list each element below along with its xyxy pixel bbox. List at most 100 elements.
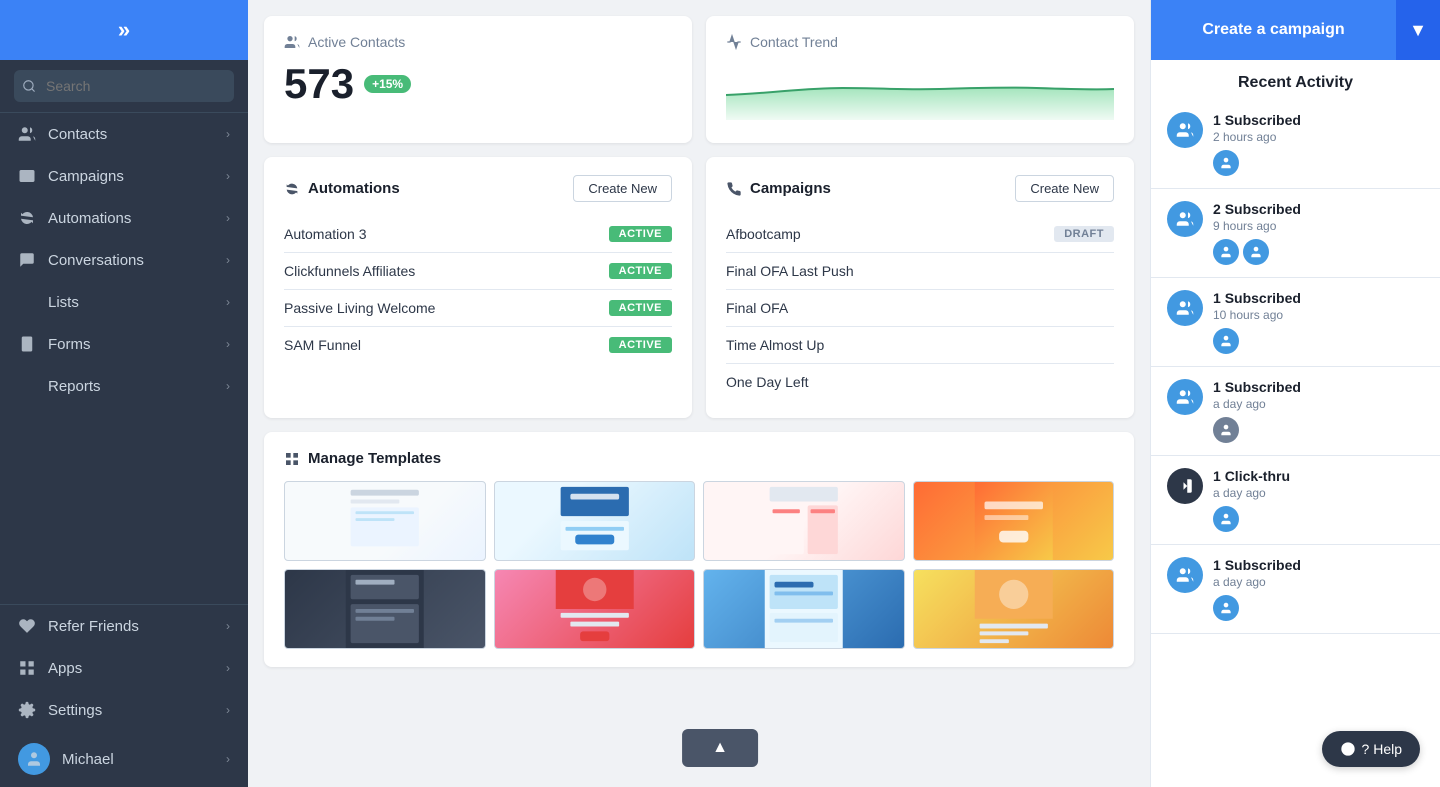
- help-label: ? Help: [1362, 741, 1402, 757]
- activity-icon-subscribed-6: [1167, 557, 1203, 593]
- nav-conversations-arrow: ›: [226, 253, 230, 267]
- automations-header: Automations Create New: [284, 175, 672, 202]
- template-thumb-8[interactable]: [913, 569, 1115, 649]
- create-campaign-bar: Create a campaign ▼: [1151, 0, 1440, 60]
- campaigns-card: Campaigns Create New Afbootcamp DRAFT Fi…: [706, 157, 1134, 418]
- automations-title-group: Automations: [284, 180, 400, 197]
- nav-apps-label: Apps: [48, 660, 82, 677]
- templates-card: Manage Templates: [264, 432, 1134, 667]
- active-contacts-count: 573: [284, 60, 354, 108]
- lists-icon: [18, 293, 36, 311]
- scroll-up-button[interactable]: ▲: [682, 729, 758, 767]
- nav-refer[interactable]: Refer Friends ›: [0, 605, 248, 647]
- user-icon-5-1: [1219, 512, 1233, 526]
- search-input[interactable]: [14, 70, 234, 102]
- user-icon-4-1: [1219, 423, 1233, 437]
- template-thumb-2[interactable]: [494, 481, 696, 561]
- nav-contacts[interactable]: Contacts ›: [0, 113, 248, 155]
- nav-contacts-arrow: ›: [226, 127, 230, 141]
- automation-name-1: Automation 3: [284, 226, 367, 242]
- create-campaign-button[interactable]: Create a campaign: [1151, 0, 1396, 60]
- main-content: Active Contacts 573 +15% Contact Trend: [248, 0, 1150, 787]
- nav-campaigns-label: Campaigns: [48, 168, 124, 185]
- nav-settings-arrow: ›: [226, 703, 230, 717]
- template-preview-1: [285, 482, 485, 560]
- template-thumb-7[interactable]: [703, 569, 905, 649]
- activity-avatars-6: [1213, 595, 1424, 621]
- automations-section-title: Automations: [308, 180, 400, 197]
- activity-item-1: 1 Subscribed 2 hours ago: [1151, 100, 1440, 189]
- campaign-name-4: Time Almost Up: [726, 337, 824, 353]
- active-contacts-icon: [284, 34, 300, 50]
- activity-content-4: 1 Subscribed a day ago: [1213, 379, 1424, 443]
- nav-bottom: Refer Friends › Apps › Settings › Micha: [0, 604, 248, 787]
- nav-refer-label: Refer Friends: [48, 618, 139, 635]
- template-preview-3: [704, 482, 904, 560]
- nav-reports[interactable]: Reports ›: [0, 365, 248, 407]
- nav-settings-label: Settings: [48, 702, 102, 719]
- create-campaign-dropdown-button[interactable]: ▼: [1396, 0, 1440, 60]
- campaign-item-3: Final OFA: [726, 290, 1114, 327]
- automations-icon: [18, 209, 36, 227]
- template-thumb-1[interactable]: [284, 481, 486, 561]
- campaigns-list: Afbootcamp DRAFT Final OFA Last Push Fin…: [726, 216, 1114, 400]
- campaigns-icon: [18, 167, 36, 185]
- activity-title-1: 1 Subscribed: [1213, 112, 1424, 128]
- activity-avatars-3: [1213, 328, 1424, 354]
- avatar-5-1: [1213, 506, 1239, 532]
- nav-apps[interactable]: Apps ›: [0, 647, 248, 689]
- nav-conversations[interactable]: Conversations ›: [0, 239, 248, 281]
- activity-icon-subscribed-3: [1167, 290, 1203, 326]
- campaigns-create-btn[interactable]: Create New: [1015, 175, 1114, 202]
- active-contacts-value-row: 573 +15%: [284, 60, 672, 108]
- contacts-icon: [18, 125, 36, 143]
- automation-status-2: ACTIVE: [609, 263, 672, 279]
- automations-create-btn[interactable]: Create New: [573, 175, 672, 202]
- template-thumb-3[interactable]: [703, 481, 905, 561]
- contact-trend-header: Contact Trend: [726, 34, 1114, 50]
- nav-reports-label: Reports: [48, 378, 101, 395]
- nav-automations[interactable]: Automations ›: [0, 197, 248, 239]
- nav-lists[interactable]: Lists ›: [0, 281, 248, 323]
- templates-grid: [284, 481, 1114, 649]
- settings-icon: [18, 701, 36, 719]
- middle-cards-row: Automations Create New Automation 3 ACTI…: [264, 157, 1134, 418]
- nav-conversations-label: Conversations: [48, 252, 144, 269]
- nav-forms[interactable]: Forms ›: [0, 323, 248, 365]
- template-thumb-5[interactable]: [284, 569, 486, 649]
- campaign-item-4: Time Almost Up: [726, 327, 1114, 364]
- automations-list: Automation 3 ACTIVE Clickfunnels Affilia…: [284, 216, 672, 363]
- template-preview-5: [285, 570, 485, 648]
- logo-icon: »: [118, 17, 130, 43]
- activity-avatars-1: [1213, 150, 1424, 176]
- nav-user[interactable]: Michael ›: [0, 731, 248, 787]
- activity-title-6: 1 Subscribed: [1213, 557, 1424, 573]
- automation-name-3: Passive Living Welcome: [284, 300, 435, 316]
- nav-campaigns[interactable]: Campaigns ›: [0, 155, 248, 197]
- people-icon-2: [1176, 210, 1194, 228]
- campaign-name-3: Final OFA: [726, 300, 788, 316]
- template-thumb-6[interactable]: [494, 569, 696, 649]
- template-thumb-4[interactable]: [913, 481, 1115, 561]
- template-preview-2: [495, 482, 695, 560]
- nav-settings[interactable]: Settings ›: [0, 689, 248, 731]
- avatar-2-2: [1243, 239, 1269, 265]
- help-button[interactable]: ? Help: [1322, 731, 1420, 767]
- recent-activity-section: Recent Activity 1 Subscribed 2 hours ago: [1151, 60, 1440, 634]
- nav-campaigns-arrow: ›: [226, 169, 230, 183]
- activity-item-6: 1 Subscribed a day ago: [1151, 545, 1440, 634]
- campaign-name-2: Final OFA Last Push: [726, 263, 854, 279]
- people-icon-3: [1176, 299, 1194, 317]
- activity-content-1: 1 Subscribed 2 hours ago: [1213, 112, 1424, 176]
- activity-title-3: 1 Subscribed: [1213, 290, 1424, 306]
- active-contacts-badge: +15%: [364, 75, 411, 93]
- automation-status-1: ACTIVE: [609, 226, 672, 242]
- user-icon-6-1: [1219, 601, 1233, 615]
- nav-lists-arrow: ›: [226, 295, 230, 309]
- user-icon-2-2: [1249, 245, 1263, 259]
- nav-automations-arrow: ›: [226, 211, 230, 225]
- conversations-icon: [18, 251, 36, 269]
- activity-title-4: 1 Subscribed: [1213, 379, 1424, 395]
- user-icon-1-1: [1219, 156, 1233, 170]
- active-contacts-card: Active Contacts 573 +15%: [264, 16, 692, 143]
